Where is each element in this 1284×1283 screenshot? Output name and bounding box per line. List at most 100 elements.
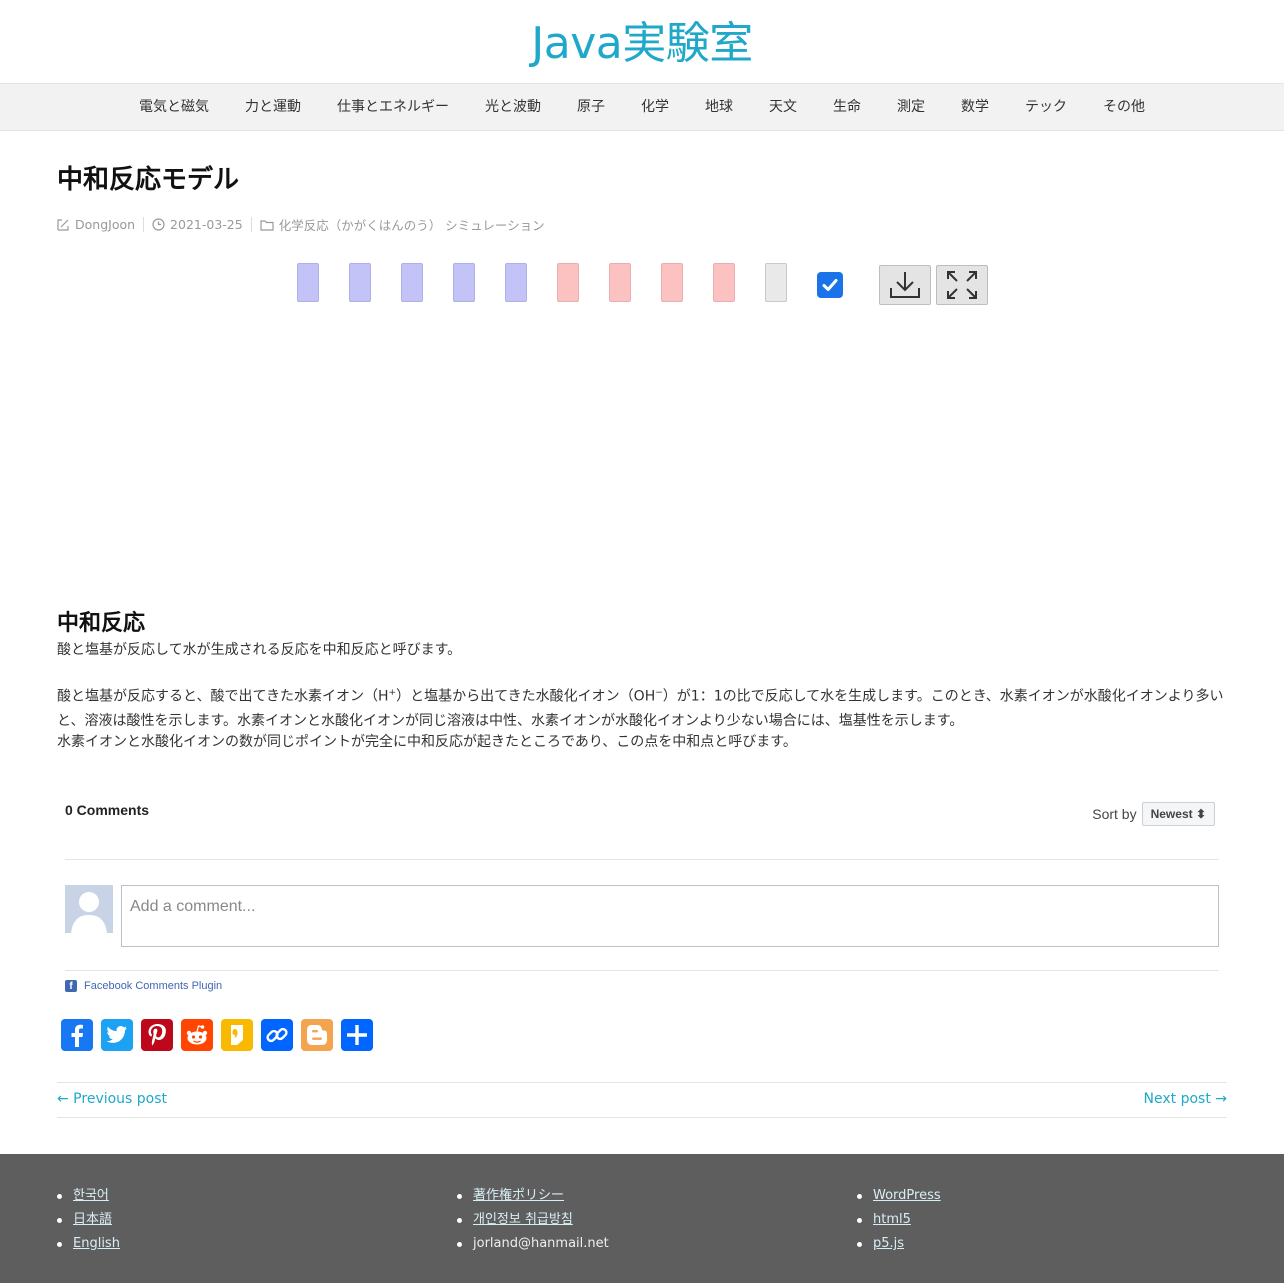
post-author-name: DongJoon bbox=[75, 217, 136, 232]
privacy-policy-link[interactable]: 개인정보 취급방침 bbox=[473, 1212, 573, 1227]
nav-item-atom[interactable]: 原子 bbox=[559, 84, 623, 131]
kakao-icon bbox=[231, 1025, 243, 1045]
fullscreen-button[interactable] bbox=[936, 265, 988, 305]
folder-icon bbox=[260, 219, 274, 231]
page-title: 中和反応モデル bbox=[57, 165, 240, 195]
default-avatar-icon bbox=[71, 892, 107, 933]
footer-list-item: 日本語 bbox=[57, 1208, 120, 1232]
avatar bbox=[65, 885, 113, 933]
language-english-link[interactable]: English bbox=[73, 1236, 120, 1251]
author-icon bbox=[57, 219, 69, 231]
more-share-button[interactable] bbox=[341, 1019, 373, 1051]
nav-item-life[interactable]: 生命 bbox=[815, 84, 879, 131]
facebook-comments-plugin-link[interactable]: f Facebook Comments Plugin bbox=[65, 980, 222, 992]
post-meta: DongJoon 2021-03-25 化学反応（かがくはんのう） シミュレーシ… bbox=[57, 215, 561, 234]
facebook-plugin-label: Facebook Comments Plugin bbox=[84, 980, 223, 992]
site-title[interactable]: Java実験室 bbox=[531, 0, 753, 88]
footer-list-item: WordPress bbox=[857, 1184, 941, 1208]
post-date[interactable]: 2021-03-25 bbox=[152, 217, 252, 232]
footer-list-item: 著作権ポリシー bbox=[457, 1184, 609, 1208]
nav-item-light-waves[interactable]: 光と波動 bbox=[467, 84, 559, 131]
footer-list-item: 개인정보 취급방침 bbox=[457, 1208, 609, 1232]
comments-divider-top bbox=[65, 859, 1219, 860]
comment-sort: Sort by Newest ⬍ bbox=[1092, 802, 1215, 826]
comment-count: 0 Comments bbox=[65, 802, 150, 818]
footer-credits: WordPress html5 p5.js bbox=[857, 1184, 941, 1256]
intro-paragraph: 酸と塩基が反応して水が生成される反応を中和反応と呼びます。 bbox=[57, 642, 462, 658]
footer-contact-email: jorland@hanmail.net bbox=[457, 1232, 609, 1256]
download-button[interactable] bbox=[879, 265, 931, 305]
comments-divider-bottom bbox=[65, 970, 1219, 971]
kakao-share-button[interactable] bbox=[221, 1019, 253, 1051]
html5-link[interactable]: html5 bbox=[873, 1212, 911, 1227]
site-header: Java実験室 bbox=[0, 0, 1284, 84]
twitter-share-button[interactable] bbox=[101, 1019, 133, 1051]
copyright-policy-link[interactable]: 著作権ポリシー bbox=[473, 1188, 564, 1203]
footer-list-item: html5 bbox=[857, 1208, 941, 1232]
download-icon bbox=[890, 272, 920, 298]
nav-item-math[interactable]: 数学 bbox=[943, 84, 1007, 131]
pinterest-icon bbox=[148, 1024, 166, 1046]
post-categories-value: 化学反応（かがくはんのう） シミュレーション bbox=[278, 218, 545, 233]
post-date-value: 2021-03-25 bbox=[170, 217, 243, 232]
pinterest-share-button[interactable] bbox=[141, 1019, 173, 1051]
next-post-link[interactable]: Next post → bbox=[1144, 1091, 1227, 1107]
copy-link-icon bbox=[266, 1027, 288, 1043]
share-buttons bbox=[61, 1019, 381, 1051]
twitter-icon bbox=[106, 1026, 127, 1043]
sort-label: Sort by bbox=[1092, 806, 1137, 822]
reaction-paragraph: 酸と塩基が反応すると、酸で出てきた水素イオン（H+）と塩基から出てきた水酸化イオ… bbox=[57, 688, 1224, 729]
base-slider-3[interactable] bbox=[661, 263, 683, 302]
post-author[interactable]: DongJoon bbox=[57, 217, 145, 232]
main-nav: 電気と磁気 力と運動 仕事とエネルギー 光と波動 原子 化学 地球 天文 生命 … bbox=[0, 84, 1284, 131]
footer-policies: 著作権ポリシー 개인정보 취급방침 jorland@hanmail.net bbox=[457, 1184, 609, 1256]
reset-slider[interactable] bbox=[765, 263, 787, 302]
clock-icon bbox=[152, 218, 165, 231]
reddit-share-button[interactable] bbox=[181, 1019, 213, 1051]
site-footer: 한국어 日本語 English 著作権ポリシー 개인정보 취급방침 jorlan… bbox=[0, 1154, 1284, 1283]
blogger-share-button[interactable] bbox=[301, 1019, 333, 1051]
neutralization-point-paragraph: 水素イオンと水酸化イオンの数が同じポイントが完全に中和反応が起きたところであり、… bbox=[57, 734, 797, 750]
fullscreen-icon bbox=[947, 271, 977, 299]
base-slider-4[interactable] bbox=[713, 263, 735, 302]
display-checkbox[interactable] bbox=[817, 272, 843, 298]
language-korean-link[interactable]: 한국어 bbox=[73, 1188, 109, 1203]
blogger-icon bbox=[307, 1025, 327, 1045]
copy-link-button[interactable] bbox=[261, 1019, 293, 1051]
checkmark-icon bbox=[822, 279, 838, 291]
post-categories[interactable]: 化学反応（かがくはんのう） シミュレーション bbox=[260, 215, 553, 234]
base-slider-1[interactable] bbox=[557, 263, 579, 302]
nav-item-electricity-magnetism[interactable]: 電気と磁気 bbox=[121, 84, 227, 131]
facebook-icon bbox=[71, 1024, 83, 1047]
nav-item-other[interactable]: その他 bbox=[1085, 84, 1163, 131]
reddit-icon bbox=[186, 1025, 208, 1045]
acid-slider-5[interactable] bbox=[505, 263, 527, 302]
sort-select[interactable]: Newest ⬍ bbox=[1141, 802, 1215, 826]
acid-slider-3[interactable] bbox=[401, 263, 423, 302]
language-japanese-link[interactable]: 日本語 bbox=[73, 1212, 112, 1227]
acid-slider-4[interactable] bbox=[453, 263, 475, 302]
facebook-small-icon: f bbox=[65, 980, 77, 992]
facebook-share-button[interactable] bbox=[61, 1019, 93, 1051]
footer-list-item: p5.js bbox=[857, 1232, 941, 1256]
acid-slider-1[interactable] bbox=[297, 263, 319, 302]
nav-item-chemistry[interactable]: 化学 bbox=[623, 84, 687, 131]
footer-languages: 한국어 日本語 English bbox=[57, 1184, 120, 1256]
nav-item-work-energy[interactable]: 仕事とエネルギー bbox=[319, 84, 467, 131]
nav-item-measurement[interactable]: 測定 bbox=[879, 84, 943, 131]
footer-list-item: 한국어 bbox=[57, 1184, 120, 1208]
wordpress-link[interactable]: WordPress bbox=[873, 1188, 941, 1203]
base-slider-2[interactable] bbox=[609, 263, 631, 302]
p5js-link[interactable]: p5.js bbox=[873, 1236, 904, 1251]
nav-item-astronomy[interactable]: 天文 bbox=[751, 84, 815, 131]
section-heading: 中和反応 bbox=[57, 611, 146, 636]
nav-item-tech[interactable]: テック bbox=[1007, 84, 1085, 131]
post-navigation: ← Previous post Next post → bbox=[57, 1082, 1227, 1118]
nav-item-force-motion[interactable]: 力と運動 bbox=[227, 84, 319, 131]
acid-slider-2[interactable] bbox=[349, 263, 371, 302]
previous-post-link[interactable]: ← Previous post bbox=[57, 1091, 167, 1107]
footer-list-item: English bbox=[57, 1232, 120, 1256]
nav-item-earth[interactable]: 地球 bbox=[687, 84, 751, 131]
share-icon bbox=[347, 1025, 367, 1045]
comment-input[interactable]: Add a comment... bbox=[121, 885, 1219, 947]
